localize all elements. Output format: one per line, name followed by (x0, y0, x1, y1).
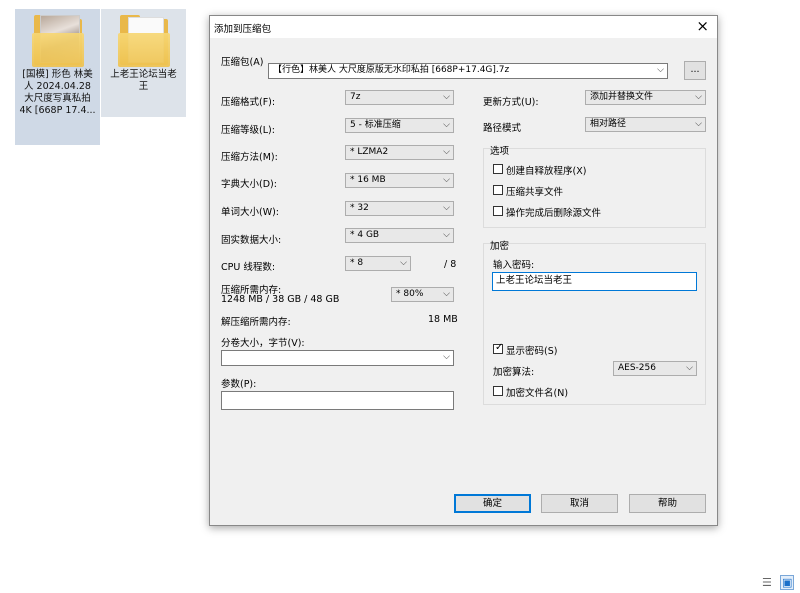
word-value: * 32 (350, 203, 369, 213)
browse-button[interactable]: ... (684, 61, 706, 80)
word-combo[interactable]: * 32 ⌵ (345, 201, 454, 216)
update-mode-combo[interactable]: 添加并替换文件 ⌵ (585, 90, 706, 105)
chevron-down-icon: ⌵ (443, 230, 450, 240)
folder-icon (116, 13, 172, 69)
add-to-archive-dialog: 添加到压缩包 × 压缩包(A) 【行色】林美人 大尺度原版无水印私拍 [668P… (209, 15, 718, 526)
delete-source-checkbox[interactable] (493, 206, 503, 216)
dict-value: * 16 MB (350, 175, 386, 185)
cancel-button[interactable]: 取消 (541, 494, 618, 513)
chevron-down-icon: ⌵ (443, 120, 450, 130)
split-size-combo[interactable]: ⌵ (221, 350, 454, 366)
mem-comp-value: 1248 MB / 38 GB / 48 GB (221, 294, 340, 305)
params-input[interactable] (221, 391, 454, 410)
dialog-title: 添加到压缩包 (214, 24, 272, 35)
dict-combo[interactable]: * 16 MB ⌵ (345, 173, 454, 188)
format-value: 7z (350, 92, 361, 102)
dict-label: 字典大小(D): (221, 179, 277, 190)
chevron-down-icon: ⌵ (400, 258, 407, 268)
chevron-down-icon: ⌵ (443, 289, 450, 299)
archive-label: 压缩包(A) (221, 57, 264, 68)
chevron-down-icon: ⌵ (695, 119, 702, 129)
desktop-folder-2[interactable]: 上老王论坛当老 王 (101, 9, 186, 117)
chevron-down-icon: ⌵ (443, 147, 450, 157)
path-mode-combo[interactable]: 相对路径 ⌵ (585, 117, 706, 132)
chevron-down-icon: ⌵ (443, 203, 450, 213)
check-icon: ✓ (495, 342, 504, 353)
solid-value: * 4 GB (350, 230, 380, 240)
mem-percent-value: * 80% (396, 289, 424, 299)
threads-combo[interactable]: * 8 ⌵ (345, 256, 411, 271)
split-label: 分卷大小，字节(V): (221, 338, 305, 349)
method-value: * LZMA2 (350, 147, 389, 157)
chevron-down-icon: ⌵ (443, 175, 450, 185)
threads-max: / 8 (444, 259, 457, 270)
solid-label: 固实数据大小: (221, 235, 282, 246)
encryption-title: 加密 (490, 241, 510, 252)
chevron-down-icon: ⌵ (443, 352, 450, 362)
show-password-checkbox[interactable]: ✓ (493, 342, 504, 354)
help-button[interactable]: 帮助 (629, 494, 706, 513)
details-view-icon[interactable]: ☰ (762, 576, 772, 589)
sfx-checkbox[interactable] (493, 164, 503, 174)
threads-label: CPU 线程数: (221, 262, 276, 273)
close-icon[interactable]: × (696, 18, 709, 34)
mem-decomp-label: 解压缩所需内存: (221, 317, 291, 328)
level-label: 压缩等级(L): (221, 125, 275, 136)
mem-percent-combo[interactable]: * 80% ⌵ (391, 287, 454, 302)
desktop-folder-1-label: [国模] 形色 林美 人 2024.04.28 大尺度写真私拍 4K [668P… (19, 69, 96, 116)
update-value: 添加并替换文件 (590, 92, 654, 102)
shared-checkbox[interactable] (493, 185, 503, 195)
show-password-label: 显示密码(S) (506, 346, 558, 357)
archive-path-value: 【行色】林美人 大尺度原版无水印私拍 [668P+17.4G].7z (273, 65, 510, 75)
method-combo[interactable]: * LZMA2 ⌵ (345, 145, 454, 160)
mem-decomp-value: 18 MB (428, 314, 458, 325)
threads-value: * 8 (350, 258, 364, 268)
word-label: 单词大小(W): (221, 207, 280, 218)
path-label: 路径模式 (483, 123, 522, 134)
format-combo[interactable]: 7z ⌵ (345, 90, 454, 105)
solid-combo[interactable]: * 4 GB ⌵ (345, 228, 454, 243)
enc-method-combo[interactable]: AES-256 ⌵ (613, 361, 697, 376)
desktop-folder-1[interactable]: [国模] 形色 林美 人 2024.04.28 大尺度写真私拍 4K [668P… (15, 9, 100, 145)
sfx-label: 创建自释放程序(X) (506, 166, 587, 177)
chevron-down-icon: ⌵ (657, 65, 664, 75)
path-value: 相对路径 (590, 119, 627, 129)
options-title: 选项 (490, 146, 510, 157)
enc-method-value: AES-256 (618, 363, 656, 373)
delete-source-label: 操作完成后删除源文件 (506, 208, 602, 219)
update-label: 更新方式(U): (483, 97, 539, 108)
archive-path-combo[interactable]: 【行色】林美人 大尺度原版无水印私拍 [668P+17.4G].7z ⌵ (268, 63, 668, 79)
chevron-down-icon: ⌵ (695, 92, 702, 102)
method-label: 压缩方法(M): (221, 152, 278, 163)
format-label: 压缩格式(F): (221, 97, 276, 108)
level-combo[interactable]: 5 - 标准压缩 ⌵ (345, 118, 454, 133)
dialog-titlebar: 添加到压缩包 × (210, 16, 717, 38)
chevron-down-icon: ⌵ (686, 363, 693, 373)
chevron-down-icon: ⌵ (443, 92, 450, 102)
encrypt-names-checkbox[interactable] (493, 386, 503, 396)
password-input[interactable]: 上老王论坛当老王 (492, 272, 697, 291)
enc-method-label: 加密算法: (493, 367, 535, 378)
large-icons-view-icon[interactable]: ▣ (780, 575, 795, 590)
params-label: 参数(P): (221, 379, 257, 390)
ok-button[interactable]: 确定 (454, 494, 531, 513)
encrypt-names-label: 加密文件名(N) (506, 388, 569, 399)
desktop-folder-2-label: 上老王论坛当老 王 (110, 69, 177, 92)
shared-label: 压缩共享文件 (506, 187, 564, 198)
level-value: 5 - 标准压缩 (350, 120, 401, 130)
password-label: 输入密码: (493, 260, 535, 271)
folder-photo-icon (30, 13, 86, 69)
